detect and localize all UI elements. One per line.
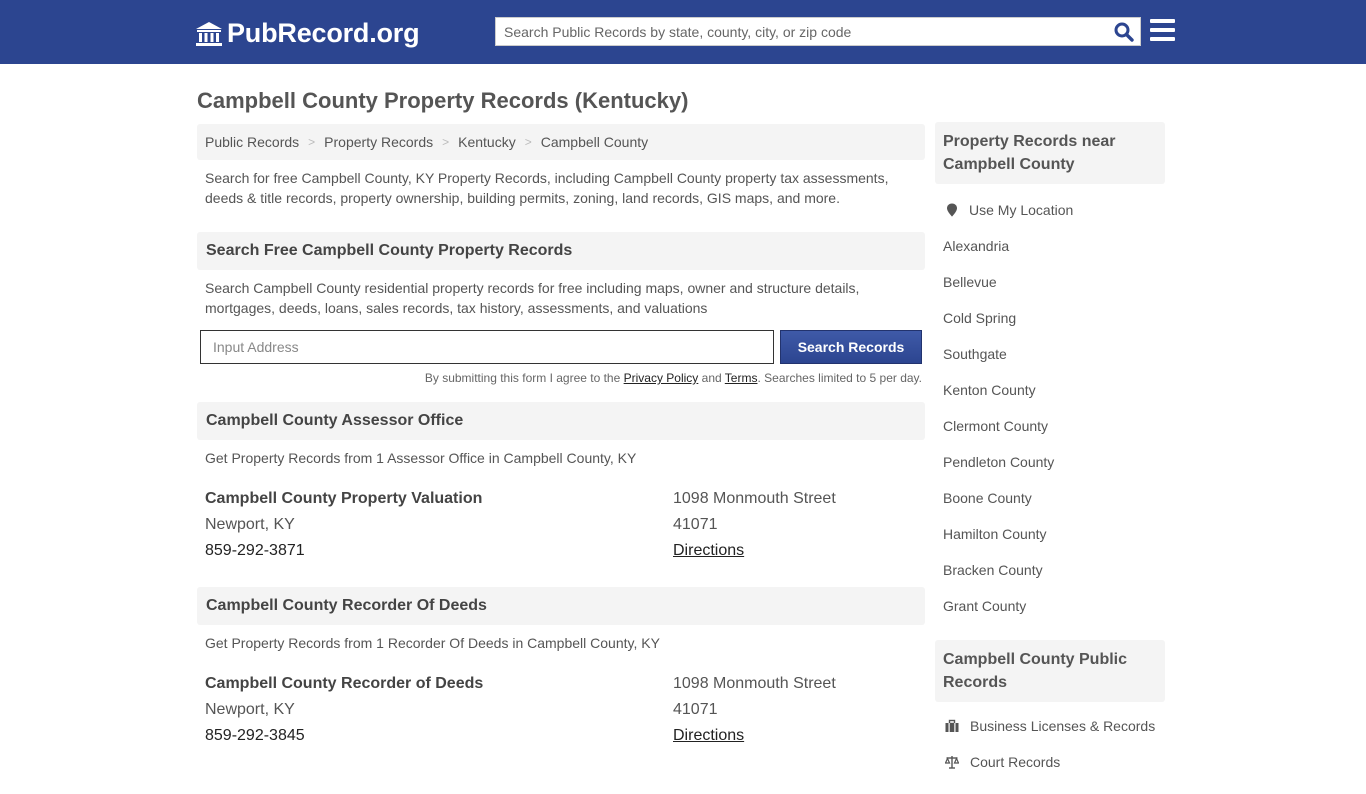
nearby-link[interactable]: Cold Spring <box>943 310 1016 326</box>
site-search <box>495 17 1141 46</box>
office-zip: 41071 <box>673 701 718 718</box>
nearby-link[interactable]: Bracken County <box>943 562 1043 578</box>
recorder-section-text: Get Property Records from 1 Recorder Of … <box>205 635 660 651</box>
recorder-section-title: Campbell County Recorder Of Deeds <box>197 587 925 625</box>
address-input[interactable] <box>200 330 774 364</box>
public-record-item[interactable]: Business Licenses & Records <box>943 708 1165 744</box>
nearby-link[interactable]: Southgate <box>943 346 1007 362</box>
nearby-item[interactable]: Boone County <box>943 480 1165 516</box>
search-button[interactable] <box>1114 22 1134 42</box>
use-my-location[interactable]: Use My Location <box>943 192 1165 228</box>
scales-icon <box>945 756 959 769</box>
breadcrumb-kentucky[interactable]: Kentucky <box>458 134 516 150</box>
courthouse-icon <box>196 21 222 46</box>
nearby-link[interactable]: Grant County <box>943 598 1026 614</box>
office-phone[interactable]: 859-292-3871 <box>205 538 482 564</box>
office-name: Campbell County Recorder of Deeds <box>205 675 484 692</box>
nearby-item[interactable]: Alexandria <box>943 228 1165 264</box>
breadcrumb-property-records[interactable]: Property Records <box>324 134 433 150</box>
site-search-input[interactable] <box>496 18 1096 45</box>
search-section-description: Search Campbell County residential prope… <box>205 280 860 316</box>
search-icon <box>1114 22 1134 42</box>
nearby-item[interactable]: Pendleton County <box>943 444 1165 480</box>
business-licenses-link[interactable]: Business Licenses & Records <box>970 718 1155 734</box>
sidebar: Property Records near Campbell County Us… <box>935 122 1165 794</box>
public-records-list: Business Licenses & Records Court Record… <box>935 702 1165 794</box>
breadcrumb-separator: > <box>524 135 532 149</box>
assessor-section-text: Get Property Records from 1 Assessor Off… <box>205 450 637 466</box>
page-title: Campbell County Property Records (Kentuc… <box>197 88 689 113</box>
office-listing: Campbell County Recorder of Deeds Newpor… <box>197 671 925 753</box>
breadcrumb: Public Records > Property Records > Kent… <box>197 124 925 160</box>
site-logo[interactable]: PubRecord.org <box>195 18 420 49</box>
nearby-records-title: Property Records near Campbell County <box>935 122 1165 184</box>
nearby-link[interactable]: Kenton County <box>943 382 1036 398</box>
nearby-item[interactable]: Hamilton County <box>943 516 1165 552</box>
search-records-button[interactable]: Search Records <box>780 330 922 364</box>
nearby-item[interactable]: Clermont County <box>943 408 1165 444</box>
directions-link[interactable]: Directions <box>673 542 744 559</box>
directions-link[interactable]: Directions <box>673 727 744 744</box>
office-street: 1098 Monmouth Street <box>673 490 836 507</box>
search-section-title: Search Free Campbell County Property Rec… <box>197 232 925 270</box>
office-listing: Campbell County Property Valuation Newpo… <box>197 486 925 568</box>
intro-text: Search for free Campbell County, KY Prop… <box>205 170 889 206</box>
office-name: Campbell County Property Valuation <box>205 490 483 507</box>
office-street: 1098 Monmouth Street <box>673 675 836 692</box>
breadcrumb-separator: > <box>308 135 316 149</box>
address-search-form: Search Records <box>197 330 925 374</box>
briefcase-icon <box>945 719 959 732</box>
office-phone[interactable]: 859-292-3845 <box>205 723 483 749</box>
breadcrumb-public-records[interactable]: Public Records <box>205 134 299 150</box>
top-navbar: PubRecord.org <box>0 0 1366 64</box>
nearby-link[interactable]: Hamilton County <box>943 526 1047 542</box>
nearby-link[interactable]: Alexandria <box>943 238 1009 254</box>
nearby-list: Use My Location Alexandria Bellevue Cold… <box>935 184 1165 638</box>
nearby-link[interactable]: Pendleton County <box>943 454 1054 470</box>
assessor-section-title: Campbell County Assessor Office <box>197 402 925 440</box>
nearby-item[interactable]: Bracken County <box>943 552 1165 588</box>
map-pin-icon <box>947 203 957 217</box>
office-city: Newport, KY <box>205 516 295 533</box>
nearby-item[interactable]: Kenton County <box>943 372 1165 408</box>
nearby-item[interactable]: Bellevue <box>943 264 1165 300</box>
hamburger-menu-icon[interactable] <box>1150 19 1175 41</box>
public-records-title: Campbell County Public Records <box>935 640 1165 702</box>
office-city: Newport, KY <box>205 701 295 718</box>
nearby-item[interactable]: Southgate <box>943 336 1165 372</box>
nearby-link[interactable]: Bellevue <box>943 274 997 290</box>
breadcrumb-separator: > <box>442 135 450 149</box>
nearby-link[interactable]: Clermont County <box>943 418 1048 434</box>
use-my-location-link[interactable]: Use My Location <box>969 202 1073 218</box>
public-record-item[interactable]: Court Records <box>943 744 1165 780</box>
logo-text: PubRecord.org <box>227 18 420 48</box>
main-content: Public Records > Property Records > Kent… <box>197 124 925 753</box>
breadcrumb-campbell-county[interactable]: Campbell County <box>541 134 648 150</box>
nearby-item[interactable]: Grant County <box>943 588 1165 624</box>
nearby-link[interactable]: Boone County <box>943 490 1032 506</box>
nearby-item[interactable]: Cold Spring <box>943 300 1165 336</box>
office-zip: 41071 <box>673 516 718 533</box>
